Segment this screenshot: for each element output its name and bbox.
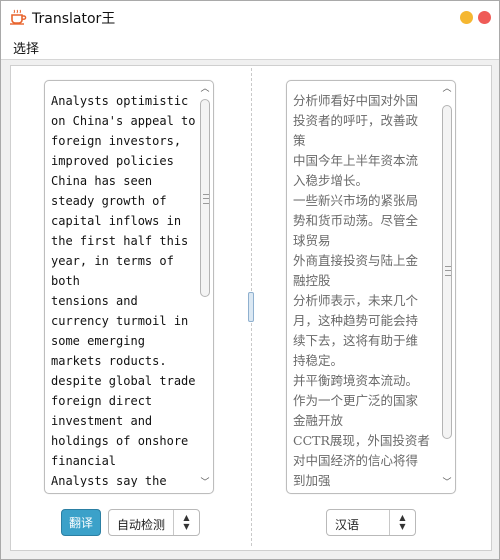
close-button[interactable] — [478, 11, 491, 24]
target-text-line: 投资者的呼吁，改善政 — [293, 113, 419, 128]
target-text-line: 分析师表示，未来几个 — [293, 293, 419, 308]
source-text-line: China has seen — [51, 174, 153, 188]
source-text-pane[interactable]: Analysts optimistic on China's appeal to f… — [44, 80, 214, 494]
source-language-select[interactable]: 自动检测 ▲ ▼ — [108, 509, 200, 536]
scroll-up-icon[interactable]: ︿ — [441, 83, 453, 95]
source-text-line: both — [51, 274, 80, 288]
scroll-thumb[interactable] — [442, 105, 452, 439]
source-text-line: the first half this — [51, 234, 189, 248]
scroll-track[interactable] — [200, 97, 210, 475]
target-text-line: 策 — [293, 133, 306, 148]
target-text-line: 势和货币动荡。尽管全 — [293, 213, 419, 228]
target-text-line: 金融开放 — [293, 413, 344, 428]
scroll-track[interactable] — [442, 97, 452, 475]
window-title: Translator王 — [32, 11, 116, 27]
target-scrollbar[interactable]: ︿ ﹀ — [441, 83, 453, 489]
menu-item-select[interactable]: 选择 — [13, 38, 39, 57]
source-text-line: investment and — [51, 414, 153, 428]
target-text-line: 作为一个更广泛的国家 — [293, 393, 419, 408]
target-text-line: 中国今年上半年资本流 — [293, 153, 419, 168]
source-text-line: year, in terms of — [51, 254, 174, 268]
title-bar: Translator王 — [1, 1, 499, 33]
spinner-arrows-icon[interactable]: ▲ ▼ — [389, 510, 415, 535]
source-scrollbar[interactable]: ︿ ﹀ — [199, 83, 211, 489]
source-language-value: 自动检测 — [117, 518, 166, 532]
source-text-line: despite global trade — [51, 374, 195, 388]
target-text-line: 续下去，这将有助于维 — [293, 333, 419, 348]
target-text-line: 入稳步增长。 — [293, 173, 369, 188]
source-text-line: holdings of onshore — [51, 434, 189, 448]
scroll-thumb[interactable] — [200, 99, 210, 297]
grip-icon — [445, 266, 451, 276]
source-text-line: steady growth of — [51, 194, 167, 208]
scroll-down-icon[interactable]: ﹀ — [199, 477, 211, 489]
source-text-line: some emerging — [51, 334, 145, 348]
translation-panel: Analysts optimistic on China's appeal to f… — [10, 65, 492, 551]
target-language-select[interactable]: 汉语 ▲ ▼ — [326, 509, 416, 536]
target-text-line: CCTR展现，外国投资者 — [293, 433, 430, 448]
source-text-line: markets roducts. — [51, 354, 167, 368]
grip-icon — [203, 194, 209, 204]
source-text-line: capital inflows in — [51, 214, 182, 228]
target-text-line: 融控股 — [293, 273, 331, 288]
target-language-value: 汉语 — [335, 518, 360, 532]
target-text-line: 并平衡跨境资本流动。 — [293, 373, 419, 388]
source-text-line: Analysts optimistic — [51, 94, 189, 108]
split-drag-handle[interactable] — [248, 292, 254, 322]
target-text-line: 一些新兴市场的紧张局 — [293, 193, 419, 208]
source-text-line: Analysts say the — [51, 474, 167, 487]
source-text-line: foreign direct — [51, 394, 153, 408]
source-text-line: foreign investors, — [51, 134, 182, 148]
source-text-line: improved policies — [51, 154, 174, 168]
menu-bar: 选择 — [1, 33, 499, 60]
source-text-line: currency turmoil in — [51, 314, 189, 328]
source-text-line: financial — [51, 454, 117, 468]
target-text-line: 球贸易 — [293, 233, 331, 248]
spinner-arrows-icon[interactable]: ▲ ▼ — [173, 510, 199, 535]
target-text-line: 持稳定。 — [293, 353, 344, 368]
source-text-line: on China's appeal to — [51, 114, 195, 128]
target-text-line: 外商直接投资与陆上金 — [293, 253, 419, 268]
source-text-area[interactable]: Analysts optimistic on China's appeal to f… — [51, 91, 195, 487]
target-text-pane[interactable]: 分析师看好中国对外国 投资者的呼吁，改善政策中国今年上半年资本流 入稳步增长。一些新… — [286, 80, 456, 494]
target-text-line: 到加强 — [293, 473, 331, 487]
target-text-line: 分析师看好中国对外国 — [293, 93, 419, 108]
coffee-cup-icon — [10, 9, 27, 25]
scroll-up-icon[interactable]: ︿ — [199, 83, 211, 95]
target-text-line: 对中国经济的信心将得 — [293, 453, 419, 468]
minimize-button[interactable] — [460, 11, 473, 24]
scroll-down-icon[interactable]: ﹀ — [441, 477, 453, 489]
translate-button[interactable]: 翻译 — [61, 509, 101, 536]
target-text-area[interactable]: 分析师看好中国对外国 投资者的呼吁，改善政策中国今年上半年资本流 入稳步增长。一些新… — [293, 91, 437, 487]
app-window: Translator王 选择 Analysts optimistic on Chi… — [0, 0, 500, 560]
source-text-line: tensions and — [51, 294, 138, 308]
target-text-line: 月，这种趋势可能会持 — [293, 313, 419, 328]
